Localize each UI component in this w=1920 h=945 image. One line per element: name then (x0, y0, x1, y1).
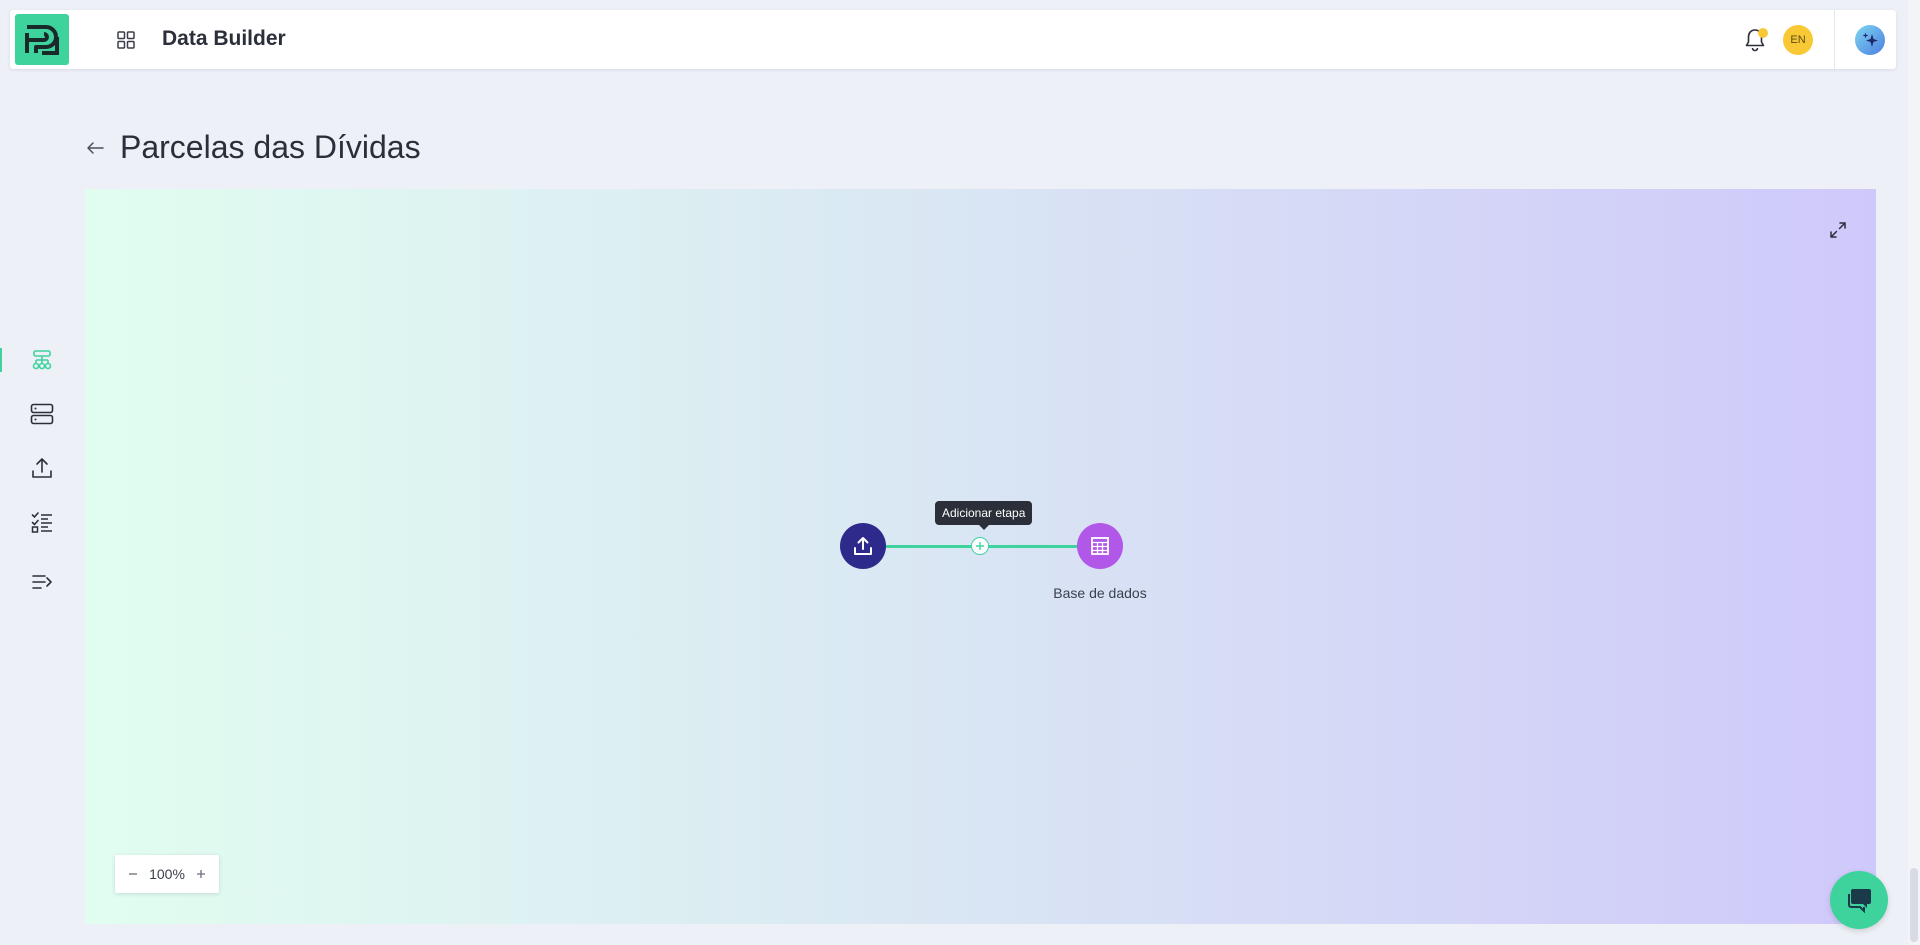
flow-node-label: Base de dados (1053, 585, 1147, 601)
plus-icon (197, 870, 205, 878)
zoom-level: 100% (149, 866, 185, 882)
top-bar: Data Builder EN (10, 10, 1896, 69)
page-scrollbar[interactable] (1908, 0, 1920, 945)
back-button[interactable] (84, 137, 106, 159)
zoom-in-button[interactable] (191, 864, 211, 884)
zoom-control: 100% (115, 855, 219, 893)
flow-node-upload[interactable] (840, 523, 886, 569)
header-divider (1834, 10, 1835, 69)
logo-mark-icon (25, 24, 59, 55)
sidebar-item-database[interactable] (26, 398, 58, 430)
sidebar-item-checklist[interactable] (26, 506, 58, 538)
app-logo[interactable] (15, 14, 69, 65)
notification-dot (1758, 28, 1768, 38)
grid-icon (117, 31, 135, 49)
chat-support-button[interactable] (1830, 871, 1888, 929)
expand-icon (1830, 222, 1846, 238)
page-title: Parcelas das Dívidas (120, 129, 421, 165)
apps-grid-button[interactable] (106, 27, 146, 53)
upload-icon (32, 458, 52, 478)
add-step-button[interactable] (971, 537, 989, 555)
sparkle-icon (1862, 32, 1878, 47)
database-icon (30, 403, 54, 425)
plus-icon (976, 542, 984, 550)
checklist-icon (31, 512, 52, 533)
arrow-left-icon (87, 142, 104, 154)
table-icon (1091, 537, 1109, 555)
flow-node-database[interactable] (1077, 523, 1123, 569)
ai-assistant-button[interactable] (1855, 25, 1885, 55)
sidebar-item-expand[interactable] (26, 566, 58, 598)
expand-sidebar-icon (32, 575, 52, 589)
sidebar-item-upload[interactable] (26, 452, 58, 484)
add-step-tooltip: Adicionar etapa (935, 501, 1033, 530)
minus-icon (129, 873, 137, 875)
app-title: Data Builder (162, 27, 286, 50)
zoom-out-button[interactable] (123, 864, 143, 884)
pipeline-icon (32, 350, 52, 370)
sidebar-active-indicator (0, 348, 2, 372)
chat-icon (1848, 889, 1871, 914)
flow-canvas[interactable]: Adicionar etapa Base de dados 100% (85, 189, 1876, 924)
fullscreen-button[interactable] (1825, 217, 1851, 243)
scrollbar-thumb[interactable] (1910, 868, 1918, 942)
left-sidebar (0, 340, 60, 600)
notifications-button[interactable] (1740, 25, 1770, 55)
upload-icon (854, 537, 872, 555)
sidebar-item-pipeline[interactable] (26, 344, 58, 376)
language-badge[interactable]: EN (1783, 25, 1813, 55)
